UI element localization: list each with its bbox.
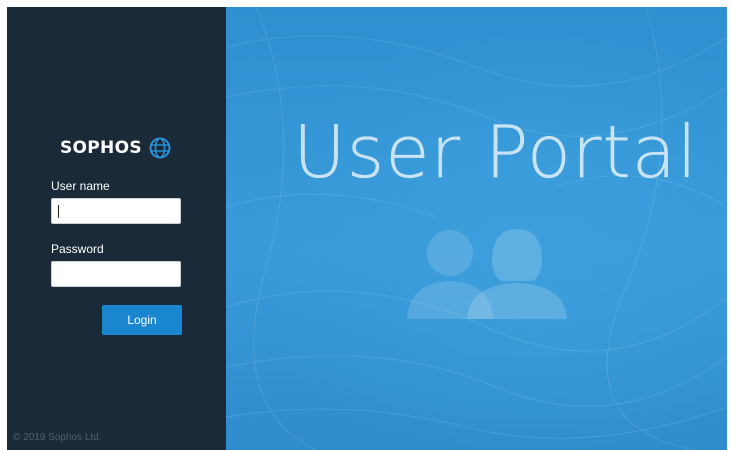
users-icon	[407, 229, 567, 319]
brand-name: SOPHOS	[60, 138, 142, 158]
password-label: Password	[51, 242, 104, 256]
globe-icon	[149, 137, 171, 159]
hero-panel: User Portal	[226, 7, 727, 450]
login-button[interactable]: Login	[102, 305, 182, 335]
portal-title: User Portal	[293, 110, 698, 194]
text-cursor	[58, 205, 59, 218]
login-page: SOPHOS User name Password Login © 2019 S…	[7, 7, 727, 450]
sophos-logo: SOPHOS	[60, 136, 172, 160]
username-label: User name	[51, 179, 110, 193]
copyright-text: © 2019 Sophos Ltd.	[13, 432, 102, 443]
password-input[interactable]	[51, 261, 181, 287]
login-sidebar: SOPHOS User name Password Login © 2019 S…	[7, 7, 226, 450]
username-input[interactable]	[51, 198, 181, 224]
